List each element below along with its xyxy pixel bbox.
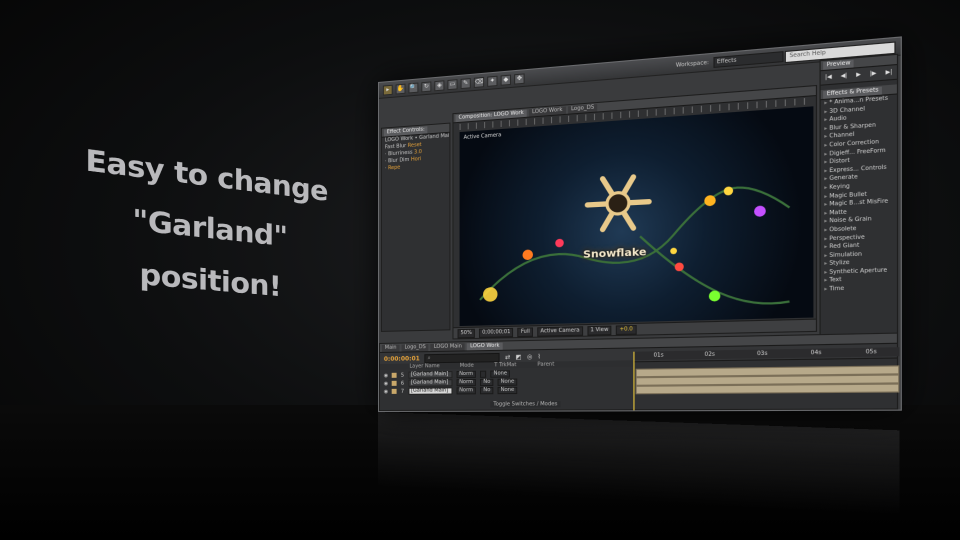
resolution-select[interactable]: Full xyxy=(517,326,534,337)
garland-bulb xyxy=(670,247,677,255)
app-window: ▸ ✋ 🔍 ↻ ◈ ▭ ✎ ⌫ ✦ ◆ ✥ Workspace: Effects… xyxy=(378,36,902,412)
garland-scene xyxy=(460,106,814,326)
shape-tool-icon[interactable]: ▭ xyxy=(447,78,458,90)
camera-tool-icon[interactable]: ◈ xyxy=(434,79,445,91)
col-layer-name: Layer Name xyxy=(409,363,440,370)
first-frame-icon[interactable]: |◀ xyxy=(825,74,832,81)
ruler-tick: 03s xyxy=(756,350,768,358)
composition-panel: Composition: LOGO Work LOGO Work Logo_DS… xyxy=(452,84,818,340)
effect-controls-panel: Effect Controls: LOGO Work • Garland Mai… xyxy=(380,122,451,332)
col-trkmat: T TrkMat xyxy=(494,361,517,369)
eye-icon[interactable]: ◉ xyxy=(384,372,388,378)
effect-label: Blur Dim xyxy=(387,156,410,165)
layer-index: 7 xyxy=(400,388,405,395)
layer-name[interactable]: [Garland Main] xyxy=(408,379,453,387)
ruler-tick: 05s xyxy=(865,348,877,356)
col-mode: Mode xyxy=(459,362,474,369)
garland-bulb xyxy=(483,286,498,302)
garland-bulb xyxy=(555,238,564,248)
layer-index: 6 xyxy=(400,380,405,387)
layer-parent[interactable]: None xyxy=(497,378,518,386)
timeline-search-input[interactable]: ⌕ xyxy=(424,352,501,363)
table-row[interactable]: ◉ 7 [Garland Main] Norm No None xyxy=(380,386,633,395)
last-frame-icon[interactable]: ▶| xyxy=(886,69,893,76)
puppet-tool-icon[interactable]: ✥ xyxy=(514,72,525,85)
effect-value[interactable]: Reset xyxy=(408,142,422,149)
eye-icon[interactable]: ◉ xyxy=(384,388,388,394)
stamp-tool-icon[interactable]: ◆ xyxy=(500,74,512,86)
zoom-select[interactable]: 50% xyxy=(457,328,475,338)
effects-list-item[interactable]: Time xyxy=(821,284,897,295)
layer-trkmat[interactable]: No xyxy=(480,387,494,395)
logo-title-text: Snowflake xyxy=(583,246,647,261)
motion-blur-icon[interactable]: ◎ xyxy=(527,353,533,360)
layer-mode[interactable]: Norm xyxy=(456,370,477,379)
play-icon[interactable]: ▶ xyxy=(856,71,861,78)
graph-editor-icon[interactable]: ⌇ xyxy=(538,353,541,360)
composition-viewer[interactable]: Active Camera Snowflake xyxy=(459,106,814,327)
prev-frame-icon[interactable]: ◀| xyxy=(841,72,848,79)
layer-name[interactable]: [Garland Main] xyxy=(408,387,453,395)
camera-select[interactable]: Active Camera xyxy=(537,325,583,337)
garland-bulb xyxy=(704,194,716,207)
tab-timeline-main[interactable]: Main xyxy=(381,344,400,352)
workspace-label: Workspace: xyxy=(675,59,709,69)
comp-flowchart-icon[interactable]: ⇄ xyxy=(505,353,510,360)
draft-3d-icon[interactable]: ◩ xyxy=(516,353,522,360)
views-select[interactable]: 1 View xyxy=(587,325,612,336)
effect-value[interactable]: Repe xyxy=(388,165,400,172)
layer-parent[interactable]: None xyxy=(497,386,518,395)
tab-preview[interactable]: Preview xyxy=(823,59,855,70)
rotate-tool-icon[interactable]: ↻ xyxy=(421,80,432,92)
layer-index: 5 xyxy=(400,372,405,379)
layer-mode[interactable]: Norm xyxy=(456,387,477,395)
zoom-tool-icon[interactable]: 🔍 xyxy=(408,82,419,93)
effect-value[interactable]: Hori xyxy=(411,156,421,163)
garland-bulb xyxy=(723,186,734,196)
toggle-switches-modes-button[interactable]: Toggle Switches / Modes xyxy=(490,401,561,408)
workspace-switcher: Workspace: Effects xyxy=(676,51,784,71)
tagline: Easy to change "Garland" position! xyxy=(45,128,360,319)
effect-value[interactable]: 3.0 xyxy=(414,149,422,156)
garland-bulb xyxy=(754,205,766,217)
playhead[interactable] xyxy=(633,351,635,412)
layer-mode[interactable]: Norm xyxy=(456,378,477,387)
layer-trkmat[interactable] xyxy=(480,370,487,378)
label-swatch[interactable] xyxy=(392,388,397,394)
eye-icon[interactable]: ◉ xyxy=(384,380,388,386)
eraser-tool-icon[interactable]: ⌫ xyxy=(473,76,485,88)
right-panels: Preview |◀ ◀| ▶ |▶ ▶| Effects & Presets … xyxy=(819,53,899,337)
hand-tool-icon[interactable]: ✋ xyxy=(395,83,406,95)
pen-tool-icon[interactable]: ✎ xyxy=(460,77,471,89)
timeline-timecode[interactable]: 0:00:00:01 xyxy=(384,355,420,363)
tab-comp-logo-ds[interactable]: Logo_DS xyxy=(567,103,598,114)
tab-timeline-logo-work[interactable]: LOGO Work xyxy=(467,342,503,350)
layer-parent[interactable]: None xyxy=(490,370,511,378)
brush-tool-icon[interactable]: ✦ xyxy=(487,75,498,87)
garland-bulb xyxy=(522,249,534,261)
layer-name[interactable]: [Garland Main] xyxy=(408,371,453,379)
timeline-panel: Main Logo_DS LOGO Main LOGO Work 0:00:00… xyxy=(378,332,900,412)
snowflake-logo xyxy=(587,176,648,230)
viewer-timecode[interactable]: 0;00;00;01 xyxy=(479,327,514,338)
exposure-value[interactable]: +0.0 xyxy=(616,324,637,335)
tab-comp-logo-work[interactable]: LOGO Work xyxy=(528,106,566,117)
col-parent: Parent xyxy=(537,361,555,368)
garland-bulb xyxy=(708,290,721,302)
label-swatch[interactable] xyxy=(392,380,397,386)
layer-trkmat[interactable]: No xyxy=(480,378,494,387)
label-swatch[interactable] xyxy=(392,372,397,378)
tab-timeline-logo-main[interactable]: LOGO Main xyxy=(430,342,466,351)
ruler-tick: 02s xyxy=(704,351,715,359)
next-frame-icon[interactable]: |▶ xyxy=(870,70,877,77)
workspace-select[interactable]: Effects xyxy=(713,51,784,68)
layer-duration-bar[interactable] xyxy=(635,383,900,395)
effects-list: * Anima...n Presets 3D Channel Audio Blu… xyxy=(821,95,897,295)
ruler-tick: 04s xyxy=(810,349,822,357)
selection-tool-icon[interactable]: ▸ xyxy=(382,84,393,96)
ruler-tick: 01s xyxy=(653,352,664,359)
tab-timeline-logo-ds[interactable]: Logo_DS xyxy=(401,343,429,352)
